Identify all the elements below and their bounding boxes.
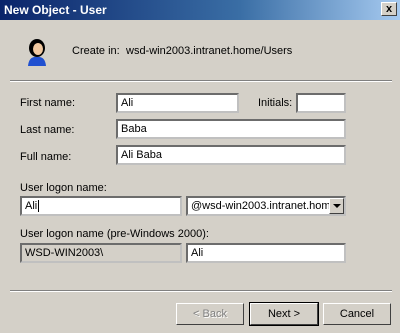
window-title: New Object - User <box>4 3 107 17</box>
back-button[interactable]: < Back <box>176 303 244 325</box>
first-name-field[interactable]: Ali <box>116 93 239 113</box>
close-button[interactable]: x <box>381 2 397 16</box>
logon-domain-value: @wsd-win2003.intranet.home <box>191 200 337 212</box>
last-name-field[interactable]: Baba <box>116 119 346 139</box>
pre2000-label: User logon name (pre-Windows 2000): <box>20 228 209 240</box>
logon-domain-dropdown[interactable]: @wsd-win2003.intranet.home <box>186 196 346 216</box>
full-name-label: Full name: <box>20 151 72 163</box>
separator <box>10 80 392 82</box>
new-object-user-dialog: New Object - User x Create in: wsd-win20… <box>0 0 400 333</box>
logon-name-value: Ali <box>25 200 38 212</box>
last-name-label: Last name: <box>20 124 75 136</box>
first-name-label: First name: <box>20 97 76 109</box>
chevron-down-icon[interactable] <box>329 198 344 214</box>
next-button[interactable]: Next > <box>249 302 319 326</box>
pre2000-name-field[interactable]: Ali <box>186 243 346 263</box>
pre2000-domain-field: WSD-WIN2003\ <box>20 243 182 263</box>
separator <box>10 290 392 292</box>
user-icon <box>28 39 46 66</box>
text-cursor <box>38 200 40 213</box>
create-in-path: wsd-win2003.intranet.home/Users <box>126 45 293 57</box>
logon-name-field[interactable]: Ali <box>20 196 182 216</box>
logon-name-label: User logon name: <box>20 182 107 194</box>
initials-label: Initials: <box>258 97 293 109</box>
title-bar: New Object - User x <box>0 0 400 20</box>
create-in-label: Create in: <box>72 45 120 57</box>
initials-field[interactable] <box>296 93 346 113</box>
full-name-field[interactable]: Ali Baba <box>116 145 346 165</box>
cancel-button[interactable]: Cancel <box>323 303 391 325</box>
